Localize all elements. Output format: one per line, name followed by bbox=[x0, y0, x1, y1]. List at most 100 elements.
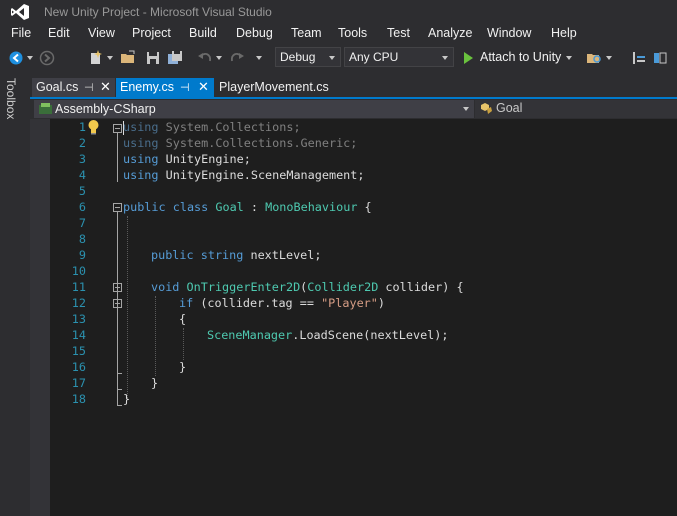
chevron-down-icon bbox=[442, 56, 448, 60]
code-line-13: { bbox=[179, 312, 186, 326]
menu-project[interactable]: Project bbox=[132, 26, 171, 40]
code-line-12: if (collider.tag == "Player") bbox=[179, 296, 385, 310]
undo-icon[interactable] bbox=[197, 50, 213, 66]
navigate-forward-icon[interactable] bbox=[39, 50, 55, 66]
save-all-icon[interactable] bbox=[167, 50, 183, 66]
class-icon bbox=[481, 103, 492, 114]
lightbulb-icon[interactable] bbox=[87, 119, 100, 135]
menu-window[interactable]: Window bbox=[487, 26, 531, 40]
visual-studio-logo-icon bbox=[11, 4, 29, 20]
save-icon[interactable] bbox=[145, 50, 161, 66]
configuration-value: Debug bbox=[280, 50, 316, 64]
code-text: System.Collections; bbox=[158, 120, 301, 134]
undo-dropdown-icon[interactable] bbox=[216, 56, 222, 60]
line-number: 2 bbox=[78, 136, 86, 150]
keyword: string bbox=[200, 248, 244, 262]
code-line-2: using System.Collections.Generic; bbox=[123, 136, 357, 150]
code-line-16: } bbox=[179, 360, 186, 374]
step-over-icon[interactable] bbox=[631, 50, 647, 66]
code-text: } bbox=[179, 360, 187, 374]
code-text: .LoadScene(nextLevel); bbox=[292, 328, 449, 342]
outline-end bbox=[117, 373, 122, 374]
new-project-dropdown-icon[interactable] bbox=[107, 56, 113, 60]
keyword: class bbox=[172, 200, 209, 214]
type-name: SceneManager bbox=[207, 328, 293, 342]
menu-build[interactable]: Build bbox=[189, 26, 217, 40]
bookmark-window-icon[interactable] bbox=[652, 50, 668, 66]
tab-enemy-cs[interactable]: Enemy.cs ⊣ ✕ bbox=[116, 78, 214, 98]
redo-icon[interactable] bbox=[229, 50, 245, 66]
collapse-icon[interactable] bbox=[113, 203, 122, 212]
code-line-9: public string nextLevel; bbox=[151, 248, 322, 262]
code-text: : bbox=[243, 200, 266, 214]
collapse-icon[interactable] bbox=[113, 124, 122, 133]
code-line-1: using System.Collections; bbox=[123, 120, 301, 134]
code-line-3: using UnityEngine; bbox=[123, 152, 251, 166]
new-project-icon[interactable] bbox=[88, 50, 104, 66]
tab-goal-cs[interactable]: Goal.cs ⊣ ✕ bbox=[32, 78, 115, 98]
find-dropdown-icon[interactable] bbox=[606, 56, 612, 60]
line-number: 3 bbox=[78, 152, 86, 166]
type-name: Goal bbox=[496, 101, 523, 115]
close-icon[interactable]: ✕ bbox=[100, 79, 111, 95]
attach-to-unity-button[interactable]: Attach to Unity bbox=[480, 50, 561, 64]
code-text: (collider.tag == bbox=[193, 296, 322, 310]
type-name: Collider2D bbox=[307, 280, 379, 294]
navigate-back-icon[interactable] bbox=[8, 50, 24, 66]
keyword: if bbox=[179, 296, 194, 310]
text-cursor bbox=[123, 121, 124, 135]
tab-playermovement-cs[interactable]: PlayerMovement.cs bbox=[215, 78, 335, 98]
menu-debug[interactable]: Debug bbox=[236, 26, 273, 40]
code-line-4: using UnityEngine.SceneManagement; bbox=[123, 168, 364, 182]
type-name: Goal bbox=[215, 200, 244, 214]
menu-file[interactable]: File bbox=[11, 26, 31, 40]
menu-tools[interactable]: Tools bbox=[338, 26, 367, 40]
indent-guide bbox=[155, 296, 156, 376]
keyword: using bbox=[123, 152, 159, 166]
type-name: MonoBehaviour bbox=[265, 200, 358, 214]
string-literal: "Player" bbox=[321, 296, 378, 310]
code-text: } bbox=[151, 376, 159, 390]
close-icon[interactable]: ✕ bbox=[198, 79, 209, 95]
attach-dropdown-icon[interactable] bbox=[566, 56, 572, 60]
code-line-14: SceneManager.LoadScene(nextLevel); bbox=[207, 328, 449, 342]
toolbox-tab[interactable]: Toolbox bbox=[4, 78, 18, 119]
outline-line bbox=[117, 212, 118, 406]
pin-icon[interactable]: ⊣ bbox=[180, 81, 190, 94]
menu-test[interactable]: Test bbox=[387, 26, 410, 40]
open-file-icon[interactable] bbox=[120, 50, 136, 66]
line-number: 5 bbox=[78, 184, 86, 198]
configuration-select[interactable]: Debug bbox=[275, 47, 341, 67]
menu-help[interactable]: Help bbox=[551, 26, 577, 40]
platform-select[interactable]: Any CPU bbox=[344, 47, 454, 67]
code-line-11: void OnTriggerEnter2D(Collider2D collide… bbox=[151, 280, 464, 294]
line-number: 9 bbox=[78, 248, 86, 262]
find-in-files-icon[interactable] bbox=[586, 50, 602, 66]
line-number: 15 bbox=[71, 344, 86, 358]
menu-team[interactable]: Team bbox=[291, 26, 322, 40]
code-line-17: } bbox=[151, 376, 158, 390]
redo-dropdown-icon[interactable] bbox=[256, 56, 262, 60]
collapse-icon[interactable] bbox=[113, 299, 122, 308]
line-number: 16 bbox=[71, 360, 86, 374]
project-dropdown[interactable]: Assembly-CSharp bbox=[34, 100, 474, 118]
menu-view[interactable]: View bbox=[88, 26, 115, 40]
type-dropdown[interactable]: Goal bbox=[475, 100, 677, 118]
code-text: } bbox=[123, 392, 131, 406]
indent-guide bbox=[127, 216, 128, 400]
code-text: collider) { bbox=[378, 280, 464, 294]
tab-label: PlayerMovement.cs bbox=[219, 80, 329, 94]
line-number: 10 bbox=[71, 264, 86, 278]
collapse-icon[interactable] bbox=[113, 283, 122, 292]
play-icon[interactable] bbox=[461, 51, 475, 65]
back-dropdown-icon[interactable] bbox=[27, 56, 33, 60]
pin-icon[interactable]: ⊣ bbox=[84, 81, 94, 94]
outline-line bbox=[117, 133, 118, 182]
code-text: System.Collections.Generic; bbox=[158, 136, 358, 150]
project-name: Assembly-CSharp bbox=[55, 102, 156, 116]
menu-analyze[interactable]: Analyze bbox=[428, 26, 472, 40]
menu-edit[interactable]: Edit bbox=[48, 26, 70, 40]
code-text: UnityEngine.SceneManagement; bbox=[158, 168, 365, 182]
line-number: 7 bbox=[78, 216, 86, 230]
method-name: OnTriggerEnter2D bbox=[186, 280, 301, 294]
